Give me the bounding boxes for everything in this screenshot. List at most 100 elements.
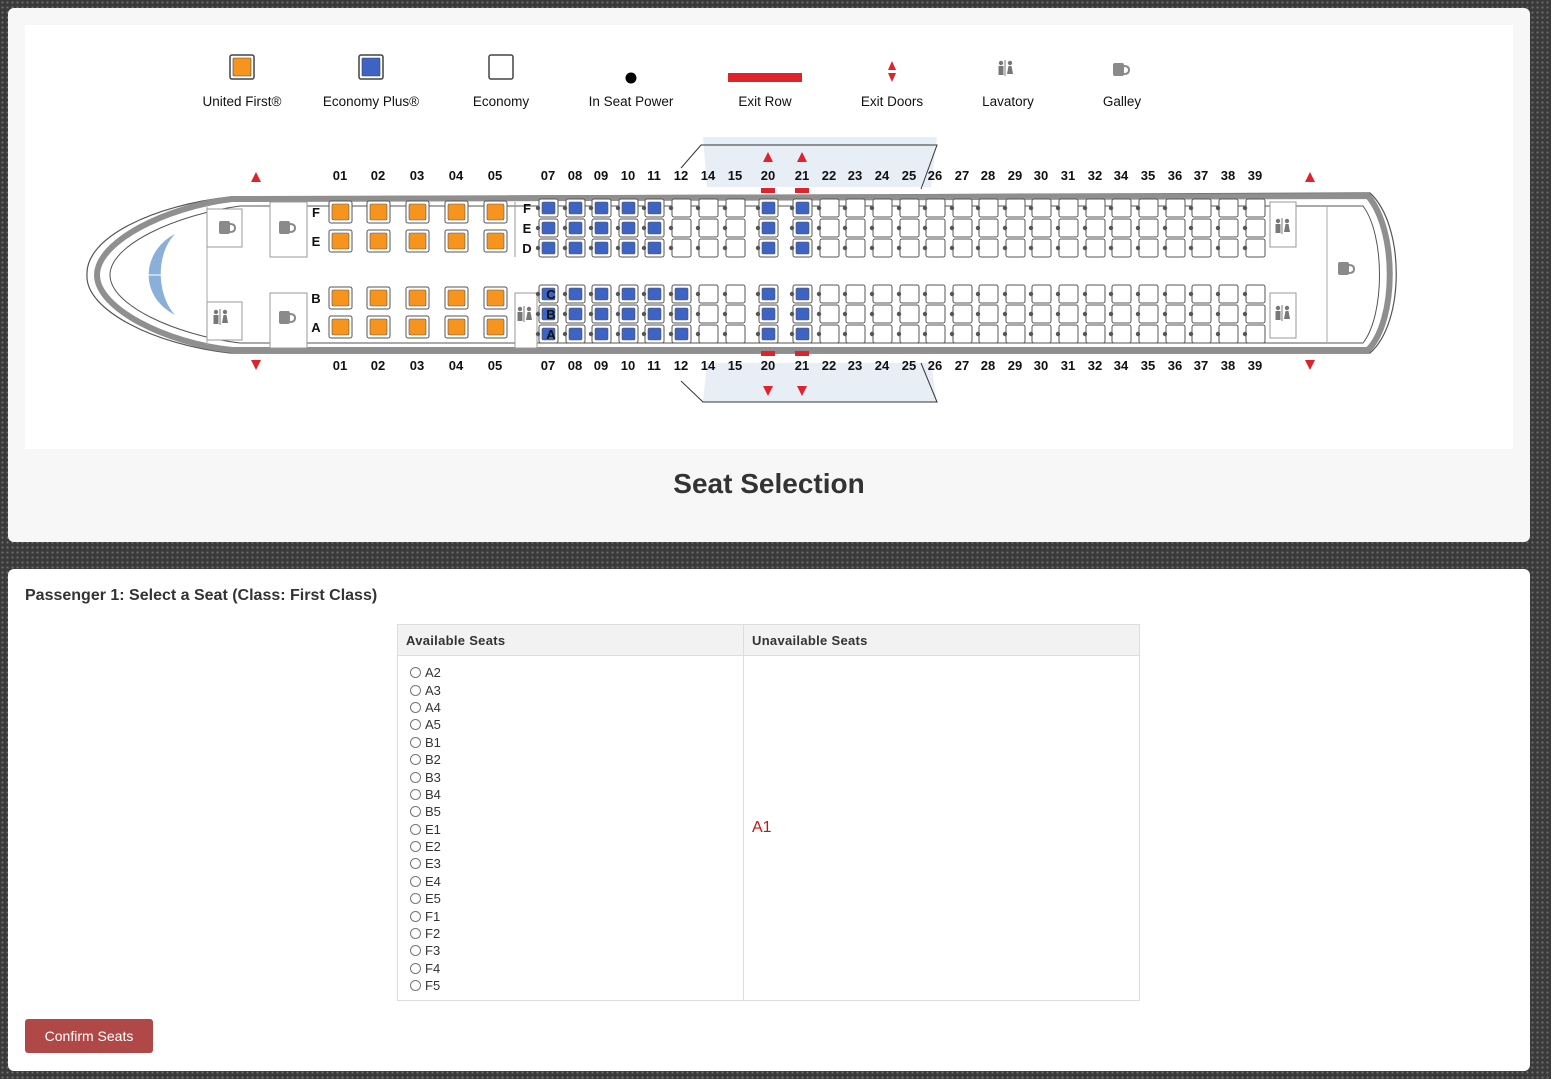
seat-c30[interactable] (1031, 284, 1052, 304)
seat-f11[interactable] (644, 198, 665, 218)
seat-radio[interactable] (410, 875, 421, 887)
seat-e26[interactable] (925, 218, 946, 238)
seat-c38[interactable] (1218, 284, 1239, 304)
seat-e05[interactable] (483, 229, 508, 253)
seat-e39[interactable] (1245, 218, 1266, 238)
seat-f28[interactable] (978, 198, 999, 218)
seat-d25[interactable] (899, 238, 920, 258)
seat-b23[interactable] (845, 304, 866, 324)
seat-d30[interactable] (1031, 238, 1052, 258)
seat-b22[interactable] (819, 304, 840, 324)
seat-e24[interactable] (872, 218, 893, 238)
seat-option-e5[interactable]: E5 (410, 890, 743, 907)
seat-c23[interactable] (845, 284, 866, 304)
seat-f23[interactable] (845, 198, 866, 218)
seat-a10[interactable] (618, 324, 639, 344)
seat-e28[interactable] (978, 218, 999, 238)
seat-b24[interactable] (872, 304, 893, 324)
seat-b32[interactable] (1085, 304, 1106, 324)
seat-c08[interactable] (565, 284, 586, 304)
seat-c26[interactable] (925, 284, 946, 304)
seat-f15[interactable] (725, 198, 746, 218)
seat-b38[interactable] (1218, 304, 1239, 324)
seat-f37[interactable] (1191, 198, 1212, 218)
seat-f34[interactable] (1111, 198, 1132, 218)
seat-option-b2[interactable]: B2 (410, 751, 743, 768)
seat-radio[interactable] (410, 788, 421, 800)
seat-d39[interactable] (1245, 238, 1266, 258)
seat-a08[interactable] (565, 324, 586, 344)
seat-option-b3[interactable]: B3 (410, 768, 743, 785)
seat-e34[interactable] (1111, 218, 1132, 238)
seat-a09[interactable] (591, 324, 612, 344)
seat-e25[interactable] (899, 218, 920, 238)
seat-f36[interactable] (1165, 198, 1186, 218)
seat-f26[interactable] (925, 198, 946, 218)
seat-f09[interactable] (591, 198, 612, 218)
seat-f31[interactable] (1058, 198, 1079, 218)
seat-option-e1[interactable]: E1 (410, 821, 743, 838)
seat-e10[interactable] (618, 218, 639, 238)
seat-b09[interactable] (591, 304, 612, 324)
seat-b12[interactable] (671, 304, 692, 324)
seat-f02[interactable] (366, 200, 391, 224)
seat-option-b1[interactable]: B1 (410, 734, 743, 751)
seat-e02[interactable] (366, 229, 391, 253)
seat-e11[interactable] (644, 218, 665, 238)
seat-a26[interactable] (925, 324, 946, 344)
seat-b31[interactable] (1058, 304, 1079, 324)
seat-option-f4[interactable]: F4 (410, 960, 743, 977)
seat-b30[interactable] (1031, 304, 1052, 324)
seat-d09[interactable] (591, 238, 612, 258)
seat-option-e3[interactable]: E3 (410, 855, 743, 872)
seat-d35[interactable] (1138, 238, 1159, 258)
seat-option-f3[interactable]: F3 (410, 942, 743, 959)
seat-radio[interactable] (410, 719, 421, 731)
seat-c31[interactable] (1058, 284, 1079, 304)
seat-b01[interactable] (328, 286, 353, 310)
seat-d23[interactable] (845, 238, 866, 258)
seat-a01[interactable] (328, 315, 353, 339)
seat-e14[interactable] (698, 218, 719, 238)
seat-option-a3[interactable]: A3 (410, 681, 743, 698)
seat-f07[interactable] (538, 198, 559, 218)
seat-e09[interactable] (591, 218, 612, 238)
seat-f12[interactable] (671, 198, 692, 218)
seat-a35[interactable] (1138, 324, 1159, 344)
seat-a24[interactable] (872, 324, 893, 344)
seat-radio[interactable] (410, 823, 421, 835)
seat-c36[interactable] (1165, 284, 1186, 304)
seat-d24[interactable] (872, 238, 893, 258)
seat-c11[interactable] (644, 284, 665, 304)
seat-radio[interactable] (410, 754, 421, 766)
seat-e22[interactable] (819, 218, 840, 238)
seat-e31[interactable] (1058, 218, 1079, 238)
seat-b39[interactable] (1245, 304, 1266, 324)
seat-radio[interactable] (410, 858, 421, 870)
seat-d29[interactable] (1005, 238, 1026, 258)
seat-f32[interactable] (1085, 198, 1106, 218)
seat-c35[interactable] (1138, 284, 1159, 304)
seat-option-f2[interactable]: F2 (410, 925, 743, 942)
seat-b28[interactable] (978, 304, 999, 324)
seat-radio[interactable] (410, 806, 421, 818)
seat-a32[interactable] (1085, 324, 1106, 344)
seat-f39[interactable] (1245, 198, 1266, 218)
seat-d27[interactable] (952, 238, 973, 258)
seat-f35[interactable] (1138, 198, 1159, 218)
seat-radio[interactable] (410, 962, 421, 974)
seat-d28[interactable] (978, 238, 999, 258)
seat-radio[interactable] (410, 980, 421, 992)
seat-a31[interactable] (1058, 324, 1079, 344)
seat-option-e4[interactable]: E4 (410, 873, 743, 890)
seat-e37[interactable] (1191, 218, 1212, 238)
seat-b35[interactable] (1138, 304, 1159, 324)
seat-radio[interactable] (410, 684, 421, 696)
confirm-seats-button[interactable]: Confirm Seats (25, 1019, 153, 1053)
seat-option-e2[interactable]: E2 (410, 838, 743, 855)
seat-e15[interactable] (725, 218, 746, 238)
seat-f01[interactable] (328, 200, 353, 224)
seat-radio[interactable] (410, 945, 421, 957)
seat-b25[interactable] (899, 304, 920, 324)
seat-c27[interactable] (952, 284, 973, 304)
